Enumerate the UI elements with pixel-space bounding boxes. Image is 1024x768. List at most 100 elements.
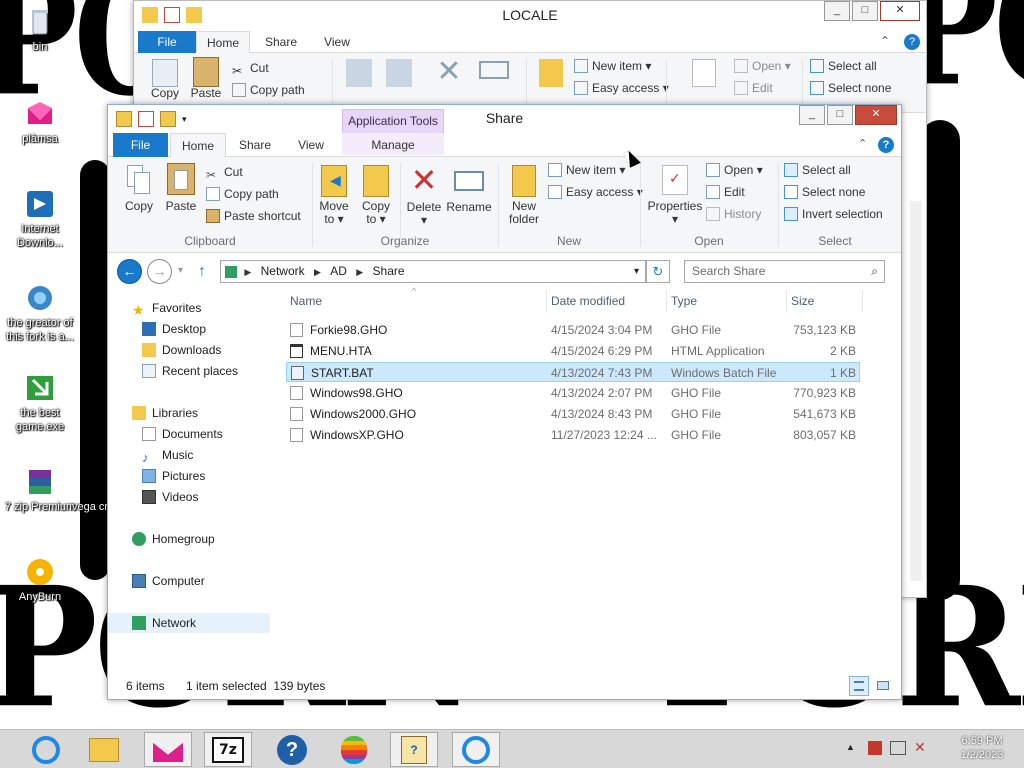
volume-muted-icon[interactable]: ✕ [914, 739, 926, 756]
forward-button[interactable]: → [147, 259, 172, 284]
tab-file[interactable]: File [113, 133, 168, 157]
paste-shortcut-button[interactable]: Paste shortcut [206, 207, 301, 225]
desktop-icon-internet-download[interactable]: Internet Downlo... [0, 188, 80, 250]
taskbar-7zip[interactable]: 7z [204, 732, 252, 767]
taskbar-help-file[interactable]: ? [390, 732, 438, 767]
column-header-name[interactable]: Name [286, 290, 547, 312]
tab-home[interactable]: Home [196, 31, 250, 53]
file-row[interactable]: WindowsXP.GHO 11/27/2023 12:24 ... GHO F… [286, 425, 860, 445]
nav-favorites[interactable]: ★ Favorites [132, 298, 201, 318]
nav-libraries[interactable]: Libraries [132, 403, 198, 423]
taskbar-help[interactable]: ? [268, 732, 316, 767]
desktop-icon-plamsa[interactable]: plámsa [0, 98, 80, 146]
delete-button[interactable]: ✕ Delete ▾ [404, 163, 444, 227]
tab-home[interactable]: Home [170, 133, 226, 158]
easy-access-button[interactable]: Easy access ▾ [548, 183, 643, 201]
nav-computer[interactable]: Computer [132, 571, 205, 591]
copy-to-button[interactable]: Copy to ▾ [358, 165, 394, 226]
close-button[interactable]: ✕ [855, 105, 897, 125]
nav-documents[interactable]: Documents [142, 424, 223, 444]
copy-path-button[interactable]: Copy path [232, 81, 305, 99]
breadcrumb-ad[interactable]: AD [330, 264, 347, 278]
file-row[interactable]: Windows2000.GHO 4/13/2024 8:43 PM GHO Fi… [286, 404, 860, 424]
file-row[interactable]: Windows98.GHO 4/13/2024 2:07 PM GHO File… [286, 383, 860, 403]
select-all-button[interactable]: Select all [810, 57, 877, 75]
cut-button[interactable]: ✂ Cut [232, 59, 269, 78]
nav-desktop[interactable]: Desktop [142, 319, 206, 339]
minimize-button[interactable]: _ [824, 1, 850, 21]
maximize-button[interactable]: □ [852, 1, 878, 21]
column-header-size[interactable]: Size [787, 290, 863, 312]
address-bar[interactable]: ▶ Network ▶ AD ▶ Share ▾ [220, 260, 646, 283]
tab-view[interactable]: View [312, 31, 362, 53]
breadcrumb-share[interactable]: Share [373, 264, 405, 278]
edit-button[interactable]: Edit [734, 79, 773, 97]
invert-selection-button[interactable]: Invert selection [784, 205, 883, 223]
tab-share[interactable]: Share [230, 133, 280, 155]
large-icons-view-button[interactable] [873, 676, 893, 696]
tab-file[interactable]: File [138, 31, 196, 53]
nav-pictures[interactable]: Pictures [142, 466, 205, 486]
new-folder-button[interactable]: New folder [504, 165, 544, 226]
cut-button[interactable]: ✂ Cut [206, 163, 243, 182]
paste-button[interactable]: Paste [162, 163, 200, 213]
copy-button[interactable]: Copy [148, 59, 182, 100]
maximize-button[interactable]: □ [827, 105, 853, 125]
copy-button[interactable]: Copy [120, 165, 158, 213]
window-share[interactable]: ▾ Application Tools Share _ □ ✕ File Hom… [107, 104, 902, 700]
move-to-button[interactable] [342, 59, 376, 87]
collapse-ribbon-icon[interactable]: ⌃ [880, 34, 896, 50]
chevron-down-icon[interactable]: ▾ [634, 261, 639, 282]
file-row[interactable]: MENU.HTA 4/15/2024 6:29 PM HTML Applicat… [286, 341, 860, 361]
file-row-selected[interactable]: START.BAT 4/13/2024 7:43 PM Windows Batc… [286, 362, 860, 382]
open-button[interactable]: Open ▾ [706, 161, 763, 179]
recent-locations-button[interactable]: ▾ [178, 265, 183, 276]
paste-button[interactable]: Paste [188, 57, 224, 100]
history-button[interactable]: History [706, 205, 761, 223]
rename-button[interactable]: Rename [446, 165, 492, 214]
search-input[interactable]: Search Share ⌕ [684, 260, 885, 283]
nav-network[interactable]: Network [108, 613, 270, 633]
copy-path-button[interactable]: Copy path [206, 185, 279, 203]
show-hidden-icons-button[interactable]: ▲ [846, 742, 855, 752]
select-none-button[interactable]: Select none [784, 183, 865, 201]
select-none-button[interactable]: Select none [810, 79, 891, 97]
tab-manage[interactable]: Manage [342, 133, 444, 155]
close-button[interactable]: ✕ [880, 1, 920, 21]
desktop-icon-greator[interactable]: the greator of this fork is a... [0, 282, 80, 344]
move-to-button[interactable]: ◀ Move to ▾ [316, 165, 352, 226]
nav-homegroup[interactable]: Homegroup [132, 529, 215, 549]
desktop-icon-anyburn[interactable]: AnyBurn [0, 556, 80, 604]
taskbar-apple[interactable] [330, 732, 378, 767]
file-row[interactable]: Forkie98.GHO 4/15/2024 3:04 PM GHO File … [286, 320, 860, 340]
nav-music[interactable]: ♪ Music [142, 445, 193, 465]
taskbar-internet-explorer-2[interactable] [452, 732, 500, 767]
tab-view[interactable]: View [286, 133, 336, 155]
back-button[interactable]: ← [117, 259, 142, 284]
breadcrumb-network[interactable]: Network [261, 264, 305, 278]
desktop-icon-best-game[interactable]: the best game.exe [0, 372, 80, 434]
refresh-button[interactable]: ↻ [646, 260, 670, 283]
nav-recent-places[interactable]: Recent places [142, 361, 238, 381]
action-center-icon[interactable] [868, 741, 882, 755]
rename-button[interactable] [472, 61, 516, 79]
nav-videos[interactable]: Videos [142, 487, 198, 507]
taskbar-file-explorer[interactable] [80, 732, 128, 767]
select-all-button[interactable]: Select all [784, 161, 851, 179]
minimize-button[interactable]: _ [799, 105, 825, 125]
edit-button[interactable]: Edit [706, 183, 745, 201]
open-button[interactable]: Open ▾ [734, 57, 791, 75]
properties-button[interactable] [676, 59, 732, 87]
properties-button[interactable]: ✓ Properties ▾ [646, 165, 704, 226]
help-icon[interactable]: ? [878, 137, 894, 153]
details-view-button[interactable] [849, 676, 869, 696]
network-tray-icon[interactable] [890, 741, 906, 755]
delete-button[interactable]: ✕ [432, 57, 466, 87]
column-header-type[interactable]: Type [667, 290, 787, 312]
new-item-button[interactable]: New item ▾ [548, 161, 625, 179]
clock[interactable]: 6:59 PM 1/2/2023 [944, 734, 1020, 762]
easy-access-button[interactable]: Easy access ▾ [574, 79, 669, 97]
taskbar-plamsa[interactable] [144, 732, 192, 767]
desktop-icon-bin[interactable]: bin [0, 6, 80, 54]
new-item-button[interactable]: New item ▾ [574, 57, 651, 75]
